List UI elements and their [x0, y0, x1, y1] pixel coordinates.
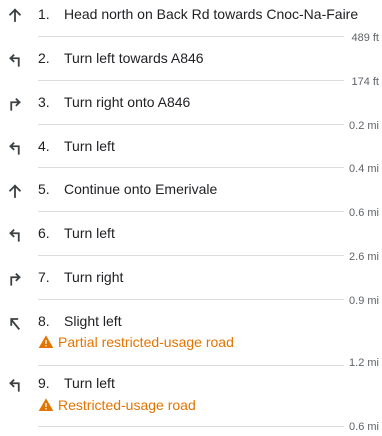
step-number: 3. — [38, 94, 50, 110]
step-instruction: Turn right onto A846 — [64, 94, 191, 110]
restriction-warning: Restricted-usage road — [38, 396, 196, 414]
turn-left-icon — [6, 375, 24, 393]
warning-text: Partial restricted-usage road — [58, 334, 234, 350]
step-instruction: Turn left — [64, 375, 115, 391]
straight-arrow-icon — [6, 182, 24, 200]
turn-right-icon — [6, 269, 24, 287]
slight-left-icon — [6, 313, 24, 331]
step-instruction: Continue onto Emerivale — [64, 181, 218, 197]
step-divider — [38, 426, 344, 427]
step-number: 7. — [38, 269, 50, 285]
step-number: 2. — [38, 50, 50, 66]
restriction-warning: Partial restricted-usage road — [38, 333, 234, 351]
warning-icon — [38, 397, 54, 413]
step-distance: 2.6 mi — [349, 251, 379, 263]
step-instruction: Turn left — [64, 225, 115, 241]
step-divider — [38, 36, 344, 37]
step-number: 5. — [38, 181, 50, 197]
directions-list: 1. Head north on Back Rd towards Cnoc-Na… — [0, 0, 382, 436]
step-instruction: Turn left towards A846 — [64, 50, 204, 66]
step-instruction: Slight left — [64, 313, 122, 329]
step-distance: 174 ft — [351, 76, 379, 88]
turn-left-icon — [6, 138, 24, 156]
turn-left-icon — [6, 225, 24, 243]
step-distance: 0.6 mi — [349, 421, 379, 433]
step-distance: 0.4 mi — [349, 163, 379, 175]
step-number: 9. — [38, 375, 50, 391]
warning-icon — [38, 334, 54, 350]
turn-left-icon — [6, 50, 24, 68]
step-instruction: Turn right — [64, 269, 124, 285]
step-divider — [38, 80, 344, 81]
step-distance: 0.9 mi — [349, 295, 379, 307]
step-distance: 0.2 mi — [349, 120, 379, 132]
step-distance: 489 ft — [351, 32, 379, 44]
step-number: 8. — [38, 313, 50, 329]
turn-right-icon — [6, 94, 24, 112]
step-number: 1. — [38, 6, 50, 22]
step-number: 6. — [38, 225, 50, 241]
step-number: 4. — [38, 138, 50, 154]
step-divider — [38, 365, 344, 366]
step-distance: 0.6 mi — [349, 207, 379, 219]
step-divider — [38, 124, 344, 125]
step-divider — [38, 255, 344, 256]
step-instruction: Turn left — [64, 138, 115, 154]
step-divider — [38, 167, 344, 168]
step-divider — [38, 299, 344, 300]
step-distance: 1.2 mi — [349, 357, 379, 369]
step-instruction: Head north on Back Rd towards Cnoc-Na-Fa… — [64, 6, 359, 22]
warning-text: Restricted-usage road — [58, 397, 196, 413]
straight-arrow-icon — [6, 6, 24, 24]
step-divider — [38, 211, 344, 212]
